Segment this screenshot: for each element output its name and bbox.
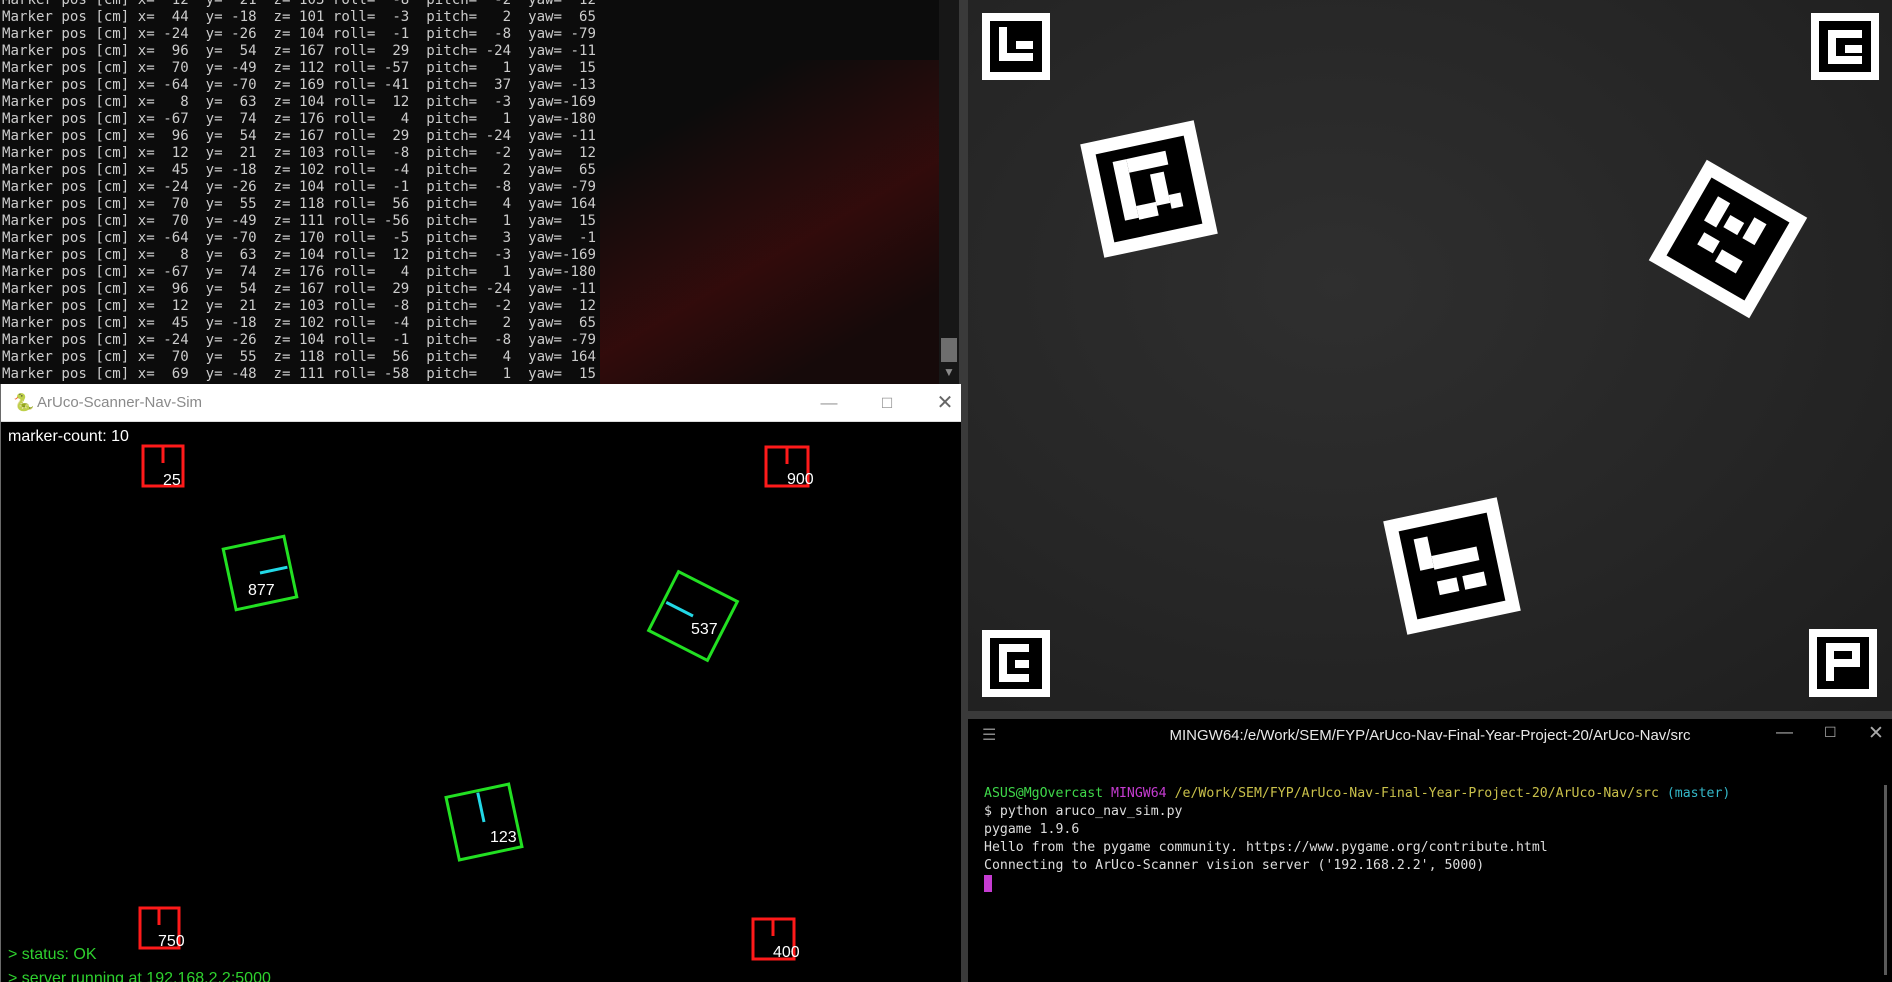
terminal-cursor bbox=[984, 875, 992, 892]
marker-count-label: marker-count: 10 bbox=[8, 428, 129, 445]
console-output: Marker pos [cm] x= 12 y= 21 z= 103 roll=… bbox=[0, 0, 596, 383]
server-label: > server running at 192.168.2.2:5000 bbox=[8, 970, 271, 982]
close-button[interactable]: ✕ bbox=[923, 390, 967, 416]
aruco-marker-corner-br bbox=[1809, 629, 1877, 697]
status-label: > status: OK bbox=[8, 946, 97, 963]
maximize-button[interactable]: ☐ bbox=[865, 390, 909, 416]
close-icon[interactable]: ✕ bbox=[1868, 722, 1884, 745]
minimize-icon[interactable]: — bbox=[1776, 722, 1793, 742]
console-line: Marker pos [cm] x= 96 y= 54 z= 167 roll=… bbox=[2, 281, 596, 297]
moving-marker-123: 123 bbox=[444, 782, 524, 862]
sim-canvas: marker-count: 10 25 900 750 400 877 537 … bbox=[8, 428, 814, 982]
anchor-marker-25: 25 bbox=[141, 444, 185, 489]
console-line: Marker pos [cm] x= 45 y= -18 z= 102 roll… bbox=[2, 162, 596, 178]
anchor-marker-750: 750 bbox=[138, 906, 185, 950]
console-line: Marker pos [cm] x= 96 y= 54 z= 167 roll=… bbox=[2, 128, 596, 144]
aruco-marker-corner-tr bbox=[1811, 13, 1879, 80]
marker-pose-console[interactable]: Marker pos [cm] x= 12 y= 21 z= 103 roll=… bbox=[0, 0, 959, 384]
prompt-user: ASUS@MgOvercast bbox=[984, 786, 1104, 801]
moving-marker-537: 537 bbox=[646, 569, 740, 663]
pygame-snake-icon: 🐍 bbox=[13, 393, 35, 412]
moving-marker-label: 537 bbox=[691, 621, 718, 638]
terminal-output-line: pygame 1.9.6 bbox=[984, 822, 1080, 837]
anchor-marker-label: 900 bbox=[787, 471, 814, 488]
console-line: Marker pos [cm] x= -64 y= -70 z= 170 rol… bbox=[2, 230, 596, 246]
terminal-command: $ python aruco_nav_sim.py bbox=[984, 804, 1183, 819]
console-line: Marker pos [cm] x= 69 y= -48 z= 111 roll… bbox=[2, 366, 596, 382]
anchor-marker-label: 400 bbox=[773, 944, 800, 961]
console-line: Marker pos [cm] x= -67 y= 74 z= 176 roll… bbox=[2, 264, 596, 280]
console-line: Marker pos [cm] x= -24 y= -26 z= 104 rol… bbox=[2, 26, 596, 42]
console-line: Marker pos [cm] x= -64 y= -70 z= 169 rol… bbox=[2, 77, 596, 93]
terminal-output-line: Hello from the pygame community. https:/… bbox=[984, 840, 1548, 855]
terminal-output-line: Connecting to ArUco-Scanner vision serve… bbox=[984, 858, 1485, 873]
minimize-button[interactable]: — bbox=[807, 390, 851, 416]
anchor-marker-label: 25 bbox=[163, 472, 181, 489]
console-line: Marker pos [cm] x= 70 y= 55 z= 118 roll=… bbox=[2, 349, 596, 365]
minimize-icon: — bbox=[820, 393, 838, 412]
console-line: Marker pos [cm] x= 12 y= 21 z= 103 roll=… bbox=[2, 145, 596, 161]
moving-marker-877: 877 bbox=[221, 534, 299, 612]
console-line: Marker pos [cm] x= 70 y= -49 z= 112 roll… bbox=[2, 60, 596, 76]
aruco-marker-rotated-2 bbox=[1648, 159, 1808, 319]
console-line: Marker pos [cm] x= 8 y= 63 z= 104 roll= … bbox=[2, 247, 596, 263]
terminal-titlebar[interactable]: ☰ MINGW64:/e/Work/SEM/FYP/ArUco-Nav-Fina… bbox=[968, 719, 1892, 751]
anchor-marker-label: 750 bbox=[158, 933, 185, 950]
console-line: Marker pos [cm] x= 96 y= 54 z= 167 roll=… bbox=[2, 43, 596, 59]
aruco-marker-corner-bl bbox=[982, 630, 1050, 697]
console-scrollbar[interactable]: ▼ bbox=[939, 0, 959, 384]
prompt-branch: (master) bbox=[1666, 786, 1731, 801]
sim-titlebar[interactable]: 🐍 ArUco-Scanner-Nav-Sim — ☐ ✕ bbox=[1, 384, 961, 422]
moving-marker-label: 877 bbox=[248, 582, 275, 599]
console-line: Marker pos [cm] x= 70 y= -49 z= 111 roll… bbox=[2, 213, 596, 229]
console-line: Marker pos [cm] x= 70 y= 55 z= 118 roll=… bbox=[2, 196, 596, 212]
aruco-marker-rotated-3 bbox=[1383, 497, 1521, 635]
terminal-title: MINGW64:/e/Work/SEM/FYP/ArUco-Nav-Final-… bbox=[1169, 727, 1691, 744]
console-line: Marker pos [cm] x= 44 y= -18 z= 101 roll… bbox=[2, 9, 596, 25]
console-line: Marker pos [cm] x= 12 y= 21 z= 103 roll=… bbox=[2, 0, 596, 8]
scroll-down-arrow-icon[interactable]: ▼ bbox=[941, 364, 957, 380]
console-line: Marker pos [cm] x= 12 y= 21 z= 103 roll=… bbox=[2, 298, 596, 314]
console-scroll-thumb[interactable] bbox=[941, 338, 957, 362]
terminal-scrollbar[interactable] bbox=[1884, 785, 1887, 975]
sim-window-title: ArUco-Scanner-Nav-Sim bbox=[37, 394, 203, 411]
terminal-output[interactable]: ASUS@MgOvercast MINGW64 /e/Work/SEM/FYP/… bbox=[984, 785, 1730, 894]
moving-marker-label: 123 bbox=[490, 829, 517, 846]
desktop-bleed-through bbox=[600, 60, 959, 384]
close-icon: ✕ bbox=[936, 392, 954, 414]
console-line: Marker pos [cm] x= -24 y= -26 z= 104 rol… bbox=[2, 332, 596, 348]
aruco-marker-corner-tl bbox=[982, 13, 1050, 80]
camera-feed-image bbox=[982, 13, 1879, 697]
camera-feed bbox=[968, 0, 1892, 711]
maximize-icon[interactable]: ☐ bbox=[1824, 724, 1837, 741]
mingw-terminal[interactable]: ☰ MINGW64:/e/Work/SEM/FYP/ArUco-Nav-Fina… bbox=[968, 719, 1892, 982]
console-line: Marker pos [cm] x= -67 y= 74 z= 176 roll… bbox=[2, 111, 596, 127]
anchor-marker-400: 400 bbox=[751, 917, 800, 961]
prompt-env: MINGW64 bbox=[1111, 786, 1167, 801]
console-line: Marker pos [cm] x= -24 y= -26 z= 104 rol… bbox=[2, 179, 596, 195]
maximize-icon: ☐ bbox=[880, 395, 894, 411]
console-line: Marker pos [cm] x= 8 y= 63 z= 104 roll= … bbox=[2, 94, 596, 110]
aruco-marker-rotated-1 bbox=[1080, 120, 1218, 258]
sim-window[interactable]: 🐍 ArUco-Scanner-Nav-Sim — ☐ ✕ marker-cou… bbox=[0, 384, 961, 982]
anchor-marker-900: 900 bbox=[764, 445, 814, 488]
console-line: Marker pos [cm] x= 45 y= -18 z= 102 roll… bbox=[2, 315, 596, 331]
prompt-path: /e/Work/SEM/FYP/ArUco-Nav-Final-Year-Pro… bbox=[1174, 786, 1659, 801]
